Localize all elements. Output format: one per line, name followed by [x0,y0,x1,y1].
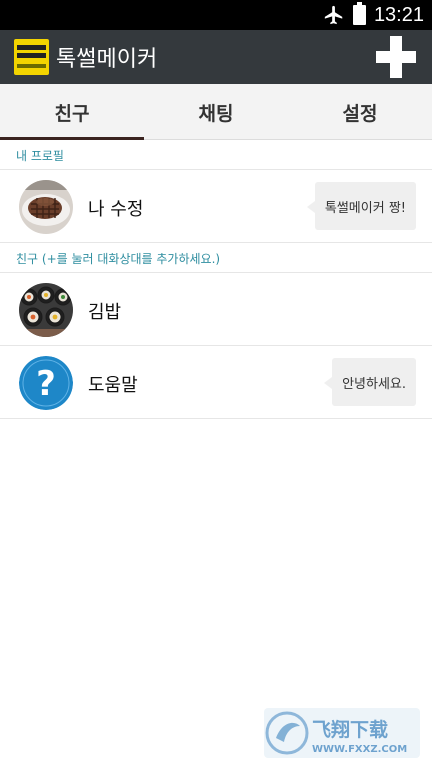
tab-bar: 친구 채팅 설정 [0,84,432,140]
friend-row-kimbap[interactable]: 김밥 [0,273,432,346]
help-status: 안녕하세요. [342,376,406,392]
my-profile-avatar [19,180,73,234]
status-bar: 13:21 [0,0,432,30]
my-profile-status: 톡썰메이커 짱! [324,200,406,216]
status-time: 13:21 [373,3,424,26]
friend-name-help: 도움말 [88,375,138,396]
svg-text:?: ? [36,364,56,404]
watermark-url: WWW.FXXZ.COM [312,744,407,755]
watermark-title: 飞翔下载 [312,718,388,741]
status-icons: 13:21 [323,0,424,30]
friends-header: 친구 (+를 눌러 대화상대를 추가하세요.) [0,243,432,273]
app-title: 톡썰메이커 [56,47,158,72]
help-status-bubble: 안녕하세요. [324,358,416,406]
question-icon: ? [19,356,73,410]
my-profile-status-bubble: 톡썰메이커 짱! [306,182,416,230]
friend-name-kimbap: 김밥 [88,302,122,323]
my-profile-header-label: 내 프로필 [16,149,64,163]
my-profile-header: 내 프로필 [0,140,432,170]
my-profile-row[interactable]: 나 수정 톡썰메이커 짱! [0,170,432,243]
my-profile-name: 나 수정 [88,199,144,220]
friends-header-label: 친구 (+를 눌러 대화상대를 추가하세요.) [16,252,221,266]
battery-icon [352,2,366,25]
kimbap-avatar [19,283,73,337]
airplane-icon [324,5,343,25]
add-friend-button[interactable] [376,36,416,78]
friend-row-help[interactable]: ? 도움말 안녕하세요. [0,346,432,419]
watermark: 飞翔下载 WWW.FXXZ.COM [264,708,420,758]
tab-chats[interactable]: 채팅 [144,84,288,140]
app-logo [14,39,49,75]
tab-friends[interactable]: 친구 [0,84,144,140]
app-bar: 톡썰메이커 [0,30,432,84]
tab-settings[interactable]: 설정 [288,84,432,140]
